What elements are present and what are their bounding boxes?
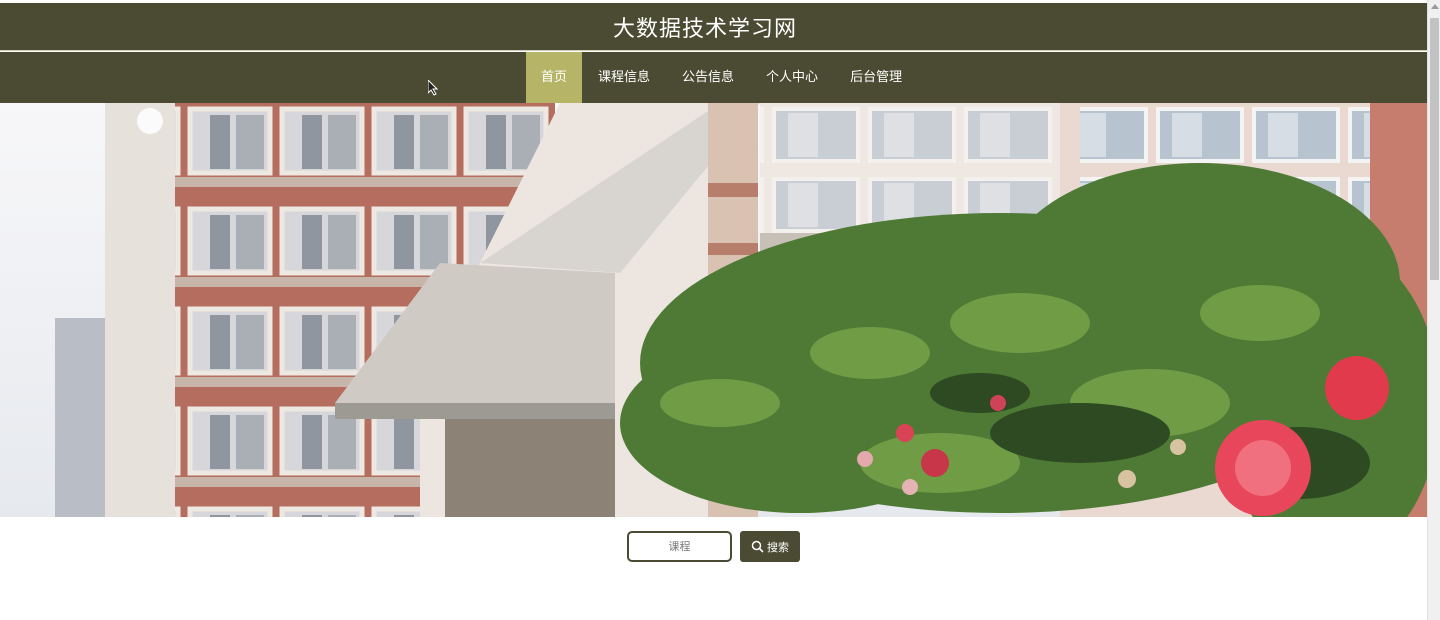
search-button-label: 搜索	[767, 541, 789, 554]
nav-item-personal-center[interactable]: 个人中心	[750, 52, 834, 103]
search-input[interactable]	[627, 531, 732, 562]
search-button[interactable]: 搜索	[740, 531, 800, 562]
page-scrollbar[interactable]	[1427, 0, 1440, 620]
main-nav: 首页 课程信息 公告信息 个人中心 后台管理	[0, 52, 1427, 103]
scroll-up-icon[interactable]	[1431, 4, 1439, 9]
search-icon	[751, 540, 764, 553]
banner-photo	[0, 103, 1427, 517]
nav-item-announcements[interactable]: 公告信息	[666, 52, 750, 103]
search-row: 搜索	[627, 531, 800, 562]
site-header: 大数据技术学习网	[0, 3, 1427, 51]
nav-item-courses[interactable]: 课程信息	[582, 52, 666, 103]
scrollbar-thumb[interactable]	[1430, 18, 1439, 280]
banner-image	[0, 103, 1427, 517]
mouse-cursor-icon	[428, 80, 438, 96]
site-title: 大数据技术学习网	[612, 17, 797, 42]
nav-items: 首页 课程信息 公告信息 个人中心 后台管理	[526, 52, 918, 103]
nav-item-home[interactable]: 首页	[526, 52, 583, 103]
nav-item-admin[interactable]: 后台管理	[834, 52, 918, 103]
